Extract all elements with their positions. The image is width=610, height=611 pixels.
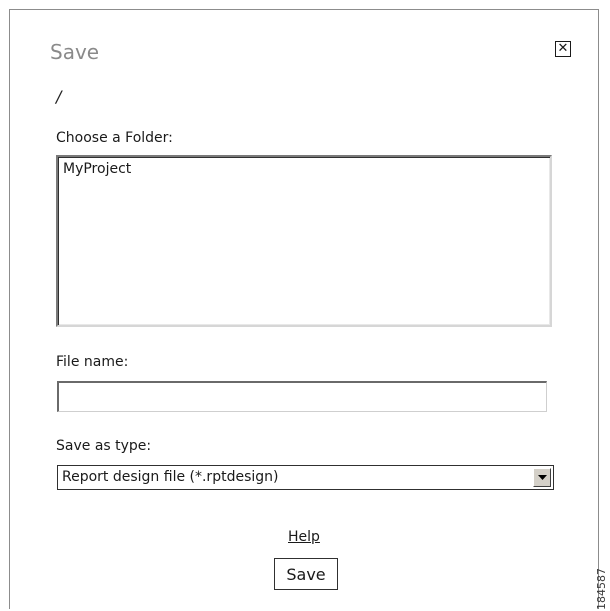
figure-watermark: 184587 xyxy=(594,548,608,610)
chevron-down-icon xyxy=(538,475,547,480)
close-icon[interactable]: ✕ xyxy=(555,41,571,57)
save-as-type-value: Report design file (*.rptdesign) xyxy=(62,469,279,485)
watermark-text: 184587 xyxy=(595,568,608,610)
save-button[interactable]: Save xyxy=(274,558,338,590)
dialog-title: Save xyxy=(50,40,100,64)
file-name-input[interactable] xyxy=(57,381,547,412)
save-dialog: Save ✕ / Choose a Folder: MyProject File… xyxy=(9,9,599,609)
folder-item-myproject[interactable]: MyProject xyxy=(62,161,132,177)
save-as-type-label: Save as type: xyxy=(56,438,152,454)
dropdown-arrow-icon[interactable] xyxy=(533,468,551,487)
file-name-label: File name: xyxy=(56,354,129,370)
folder-list[interactable]: MyProject xyxy=(56,155,552,327)
current-path: / xyxy=(56,87,62,106)
choose-folder-label: Choose a Folder: xyxy=(56,130,173,146)
help-link[interactable]: Help xyxy=(288,529,320,545)
save-as-type-select[interactable]: Report design file (*.rptdesign) xyxy=(57,465,554,490)
